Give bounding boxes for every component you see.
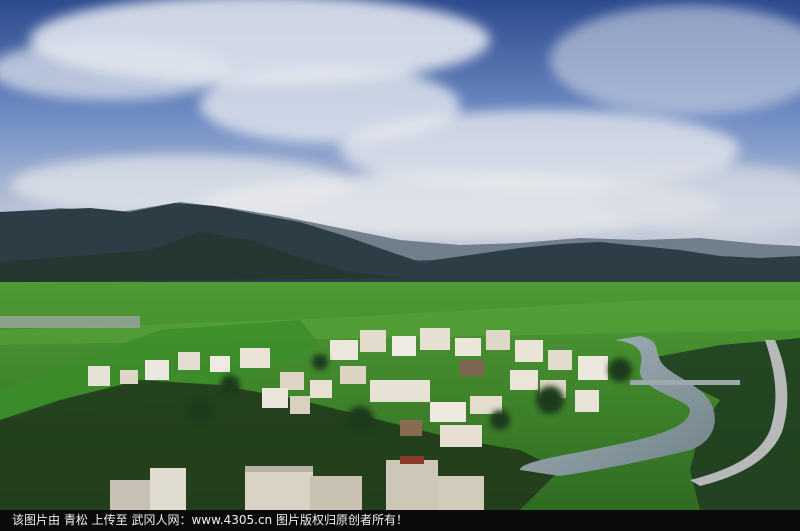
caption-text: 该图片由 青松 上传至 武冈人网：www.4305.cn 图片版权归原创者所有！ xyxy=(12,513,408,527)
bridge xyxy=(630,380,740,385)
caption-bar: 该图片由 青松 上传至 武冈人网：www.4305.cn 图片版权归原创者所有！ xyxy=(0,510,800,531)
photo-illustration xyxy=(0,0,800,510)
landscape-photo xyxy=(0,0,800,510)
greenhouses xyxy=(0,316,140,328)
